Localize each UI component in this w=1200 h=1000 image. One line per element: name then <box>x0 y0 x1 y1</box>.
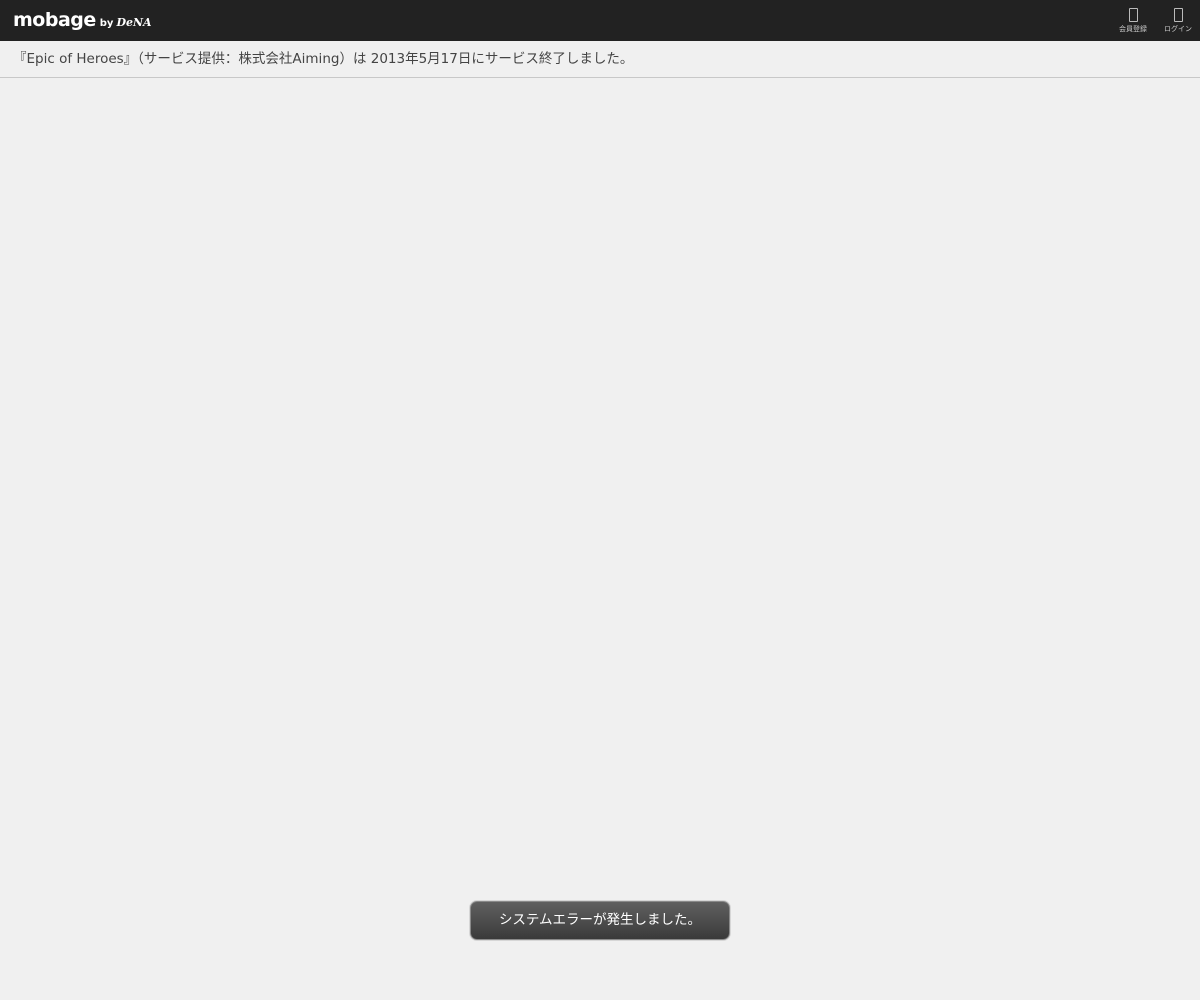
logo-brand-text: DeNA <box>116 16 152 29</box>
login-button[interactable]: ログイン <box>1160 6 1196 38</box>
register-label: 会員登録 <box>1119 25 1147 33</box>
register-button[interactable]: 会員登録 <box>1115 6 1151 38</box>
notice-text: 『Epic of Heroes』（サービス提供：株式会社Aiming）は 201… <box>13 51 634 67</box>
phone-icon <box>1173 8 1183 22</box>
logo-by-text: by <box>99 18 114 29</box>
login-label: ログイン <box>1164 25 1192 33</box>
top-bar: mobage by DeNA 会員登録 ログイン <box>0 0 1200 41</box>
phone-icon <box>1128 8 1138 22</box>
system-error-toast: システムエラーが発生しました。 <box>470 901 730 940</box>
mobage-logo[interactable]: mobage by DeNA <box>13 8 152 32</box>
logo-main-text: mobage <box>13 9 96 31</box>
toast-message: システムエラーが発生しました。 <box>498 912 702 928</box>
service-end-notice: 『Epic of Heroes』（サービス提供：株式会社Aiming）は 201… <box>0 41 1200 78</box>
